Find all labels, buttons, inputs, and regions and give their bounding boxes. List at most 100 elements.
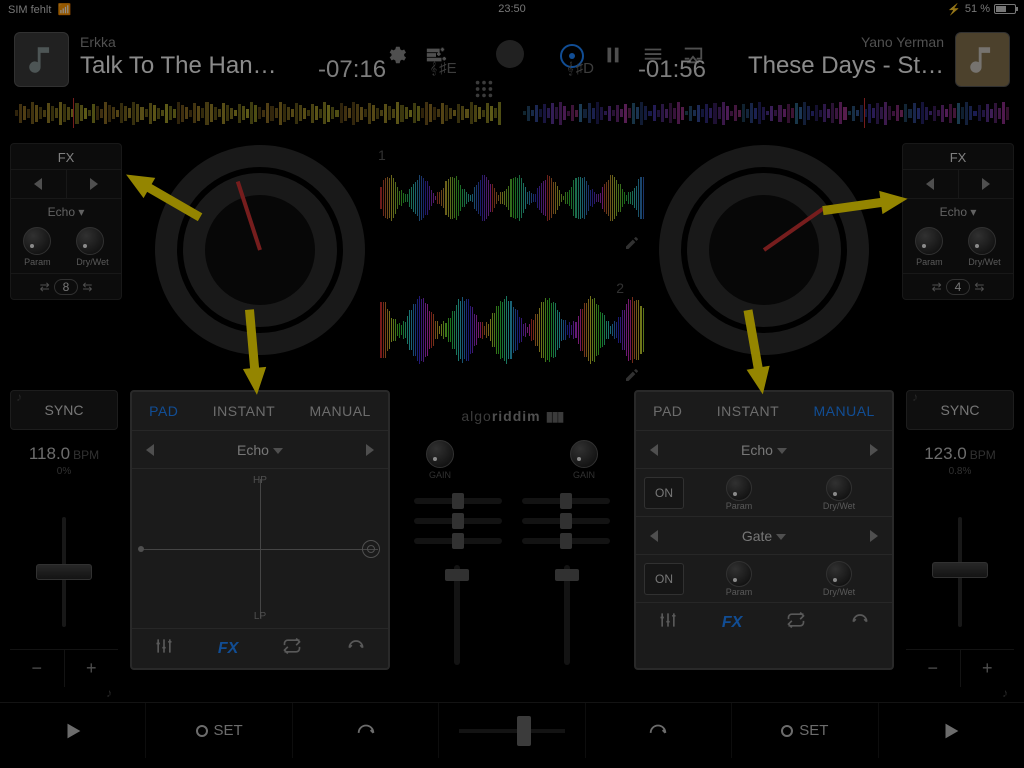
- library-spotify-icon[interactable]: [496, 40, 524, 68]
- music-icon: [966, 43, 1000, 77]
- tab-manual[interactable]: MANUAL: [813, 403, 874, 419]
- bpm-display[interactable]: 118.0BPM0%: [10, 444, 118, 477]
- volume-fader-a[interactable]: [454, 565, 460, 665]
- deck-b-waveform[interactable]: for(let i=0;i<130;i++){let h=6+((Math.si…: [380, 275, 644, 385]
- deck-b-artwork[interactable]: [955, 32, 1010, 87]
- eq-b[interactable]: [522, 518, 610, 524]
- effect-prev[interactable]: [650, 530, 658, 542]
- eq-a[interactable]: [414, 538, 502, 544]
- deck-b-track-info[interactable]: Yano Yerman These Days - St…: [694, 34, 944, 80]
- eq-icon[interactable]: [658, 610, 678, 635]
- deck-b-jogwheel[interactable]: [659, 145, 869, 355]
- tab-instant[interactable]: INSTANT: [717, 403, 779, 419]
- effect-next[interactable]: [870, 530, 878, 542]
- loop-controls[interactable]: ⇄ 4 ⇆: [903, 273, 1013, 295]
- deck-b-artist: Yano Yerman: [694, 34, 944, 50]
- effect-select[interactable]: Echo: [741, 442, 787, 458]
- fx-select[interactable]: Echo ▾: [11, 199, 121, 225]
- fx-param-knob[interactable]: [726, 561, 752, 587]
- deck-b-overview[interactable]: for(let i=0;i<120;i++)document.write('<s…: [522, 98, 1010, 128]
- cue-jump-a[interactable]: [293, 703, 439, 758]
- play-button-a[interactable]: [0, 703, 146, 758]
- crossfader[interactable]: [439, 703, 585, 758]
- deck-b-key[interactable]: 𝄞♯D: [567, 60, 594, 77]
- fx-param-knob[interactable]: [915, 227, 943, 255]
- cue-set-button-b[interactable]: SET: [732, 703, 878, 758]
- fx-select[interactable]: Echo ▾: [903, 199, 1013, 225]
- settings-icon[interactable]: [385, 44, 407, 71]
- xy-pad[interactable]: HP LP: [132, 468, 388, 628]
- cue-icon[interactable]: [346, 636, 366, 661]
- fx-drywet-knob[interactable]: [826, 475, 852, 501]
- loop-icon[interactable]: [786, 610, 806, 635]
- deck-a-waveform[interactable]: for(let i=0;i<130;i++){let h=4+((Math.si…: [380, 143, 644, 253]
- tempo-slider[interactable]: ♪ ♪: [906, 507, 1014, 637]
- edit-icon[interactable]: [624, 235, 640, 251]
- sync-button[interactable]: SYNC: [10, 390, 118, 430]
- cue-set-button-a[interactable]: SET: [146, 703, 292, 758]
- pitch-down-button[interactable]: −: [906, 650, 960, 687]
- status-bar: SIM fehlt 📶 23:50 ⚡ 51 %: [0, 0, 1024, 18]
- fx-param-knob[interactable]: [726, 475, 752, 501]
- pitch-up-button[interactable]: +: [64, 650, 119, 687]
- gain-knob-b[interactable]: [570, 440, 598, 468]
- tab-pad[interactable]: PAD: [653, 403, 682, 419]
- fx-tab-icon[interactable]: FX: [218, 640, 238, 658]
- deck-a-track-info[interactable]: Erkka Talk To The Han…: [80, 34, 330, 80]
- pitch-down-button[interactable]: −: [10, 650, 64, 687]
- deck-a-title: Talk To The Han…: [80, 52, 330, 80]
- fx-param-knob[interactable]: [23, 227, 51, 255]
- deck-a-overview[interactable]: for(let i=0;i<120;i++)document.write('<s…: [14, 98, 502, 128]
- cue-icon[interactable]: [850, 610, 870, 635]
- fx-on-button[interactable]: ON: [644, 477, 684, 509]
- transport-bar: SET SET: [0, 702, 1024, 758]
- edit-icon[interactable]: [624, 367, 640, 383]
- fx-title: FX: [11, 150, 121, 165]
- volume-fader-b[interactable]: [564, 565, 570, 665]
- fx-prev-button[interactable]: [903, 170, 958, 198]
- tempo-slider[interactable]: ♪ ♪: [10, 507, 118, 637]
- sim-status: SIM fehlt 📶: [8, 3, 71, 16]
- deck-a-fx-panel: PAD INSTANT MANUAL Echo HP LP FX: [130, 390, 390, 670]
- overview-waveforms[interactable]: for(let i=0;i<120;i++)document.write('<s…: [14, 98, 1010, 128]
- fx-on-button[interactable]: ON: [644, 563, 684, 595]
- eq-b[interactable]: [522, 498, 610, 504]
- deck-a-fx-box: FX Echo ▾ Param Dry/Wet ⇄ 8 ⇆: [10, 143, 122, 300]
- effect-next[interactable]: [870, 444, 878, 456]
- fx-drywet-knob[interactable]: [76, 227, 104, 255]
- mixer: algoriddim ▮▮▮ GAIN GAIN: [400, 390, 624, 700]
- play-button-b[interactable]: [879, 703, 1024, 758]
- cue-jump-b[interactable]: [586, 703, 732, 758]
- loop-icon[interactable]: [282, 636, 302, 661]
- effect-prev[interactable]: [650, 444, 658, 456]
- effect-prev[interactable]: [146, 444, 154, 456]
- fx-next-button[interactable]: [958, 170, 1014, 198]
- eq-b[interactable]: [522, 538, 610, 544]
- pause-icon[interactable]: [602, 44, 624, 71]
- effect-next[interactable]: [366, 444, 374, 456]
- deck-b-title: These Days - St…: [694, 52, 944, 80]
- effect-select[interactable]: Echo: [237, 442, 283, 458]
- sliders-icon[interactable]: [425, 44, 447, 71]
- gain-knob-a[interactable]: [426, 440, 454, 468]
- eq-a[interactable]: [414, 518, 502, 524]
- eq-a[interactable]: [414, 498, 502, 504]
- tab-manual[interactable]: MANUAL: [309, 403, 370, 419]
- effect-select[interactable]: Gate: [742, 528, 786, 544]
- bpm-display[interactable]: 123.0BPM0.8%: [906, 444, 1014, 477]
- fx-tab-icon[interactable]: FX: [722, 614, 742, 632]
- pitch-up-button[interactable]: +: [960, 650, 1015, 687]
- fx-drywet-knob[interactable]: [968, 227, 996, 255]
- loop-controls[interactable]: ⇄ 8 ⇆: [11, 273, 121, 295]
- fx-prev-button[interactable]: [11, 170, 66, 198]
- deck-a-sync-column: SYNC 118.0BPM0% ♪ ♪ −+: [10, 390, 118, 700]
- fx-next-button[interactable]: [66, 170, 122, 198]
- tab-pad[interactable]: PAD: [149, 403, 178, 419]
- deck-a-time-remaining: -07:16: [318, 56, 386, 84]
- tab-instant[interactable]: INSTANT: [213, 403, 275, 419]
- fx-drywet-knob[interactable]: [826, 561, 852, 587]
- deck-a-jogwheel[interactable]: [155, 145, 365, 355]
- deck-a-artwork[interactable]: [14, 32, 69, 87]
- eq-icon[interactable]: [154, 636, 174, 661]
- sync-button[interactable]: SYNC: [906, 390, 1014, 430]
